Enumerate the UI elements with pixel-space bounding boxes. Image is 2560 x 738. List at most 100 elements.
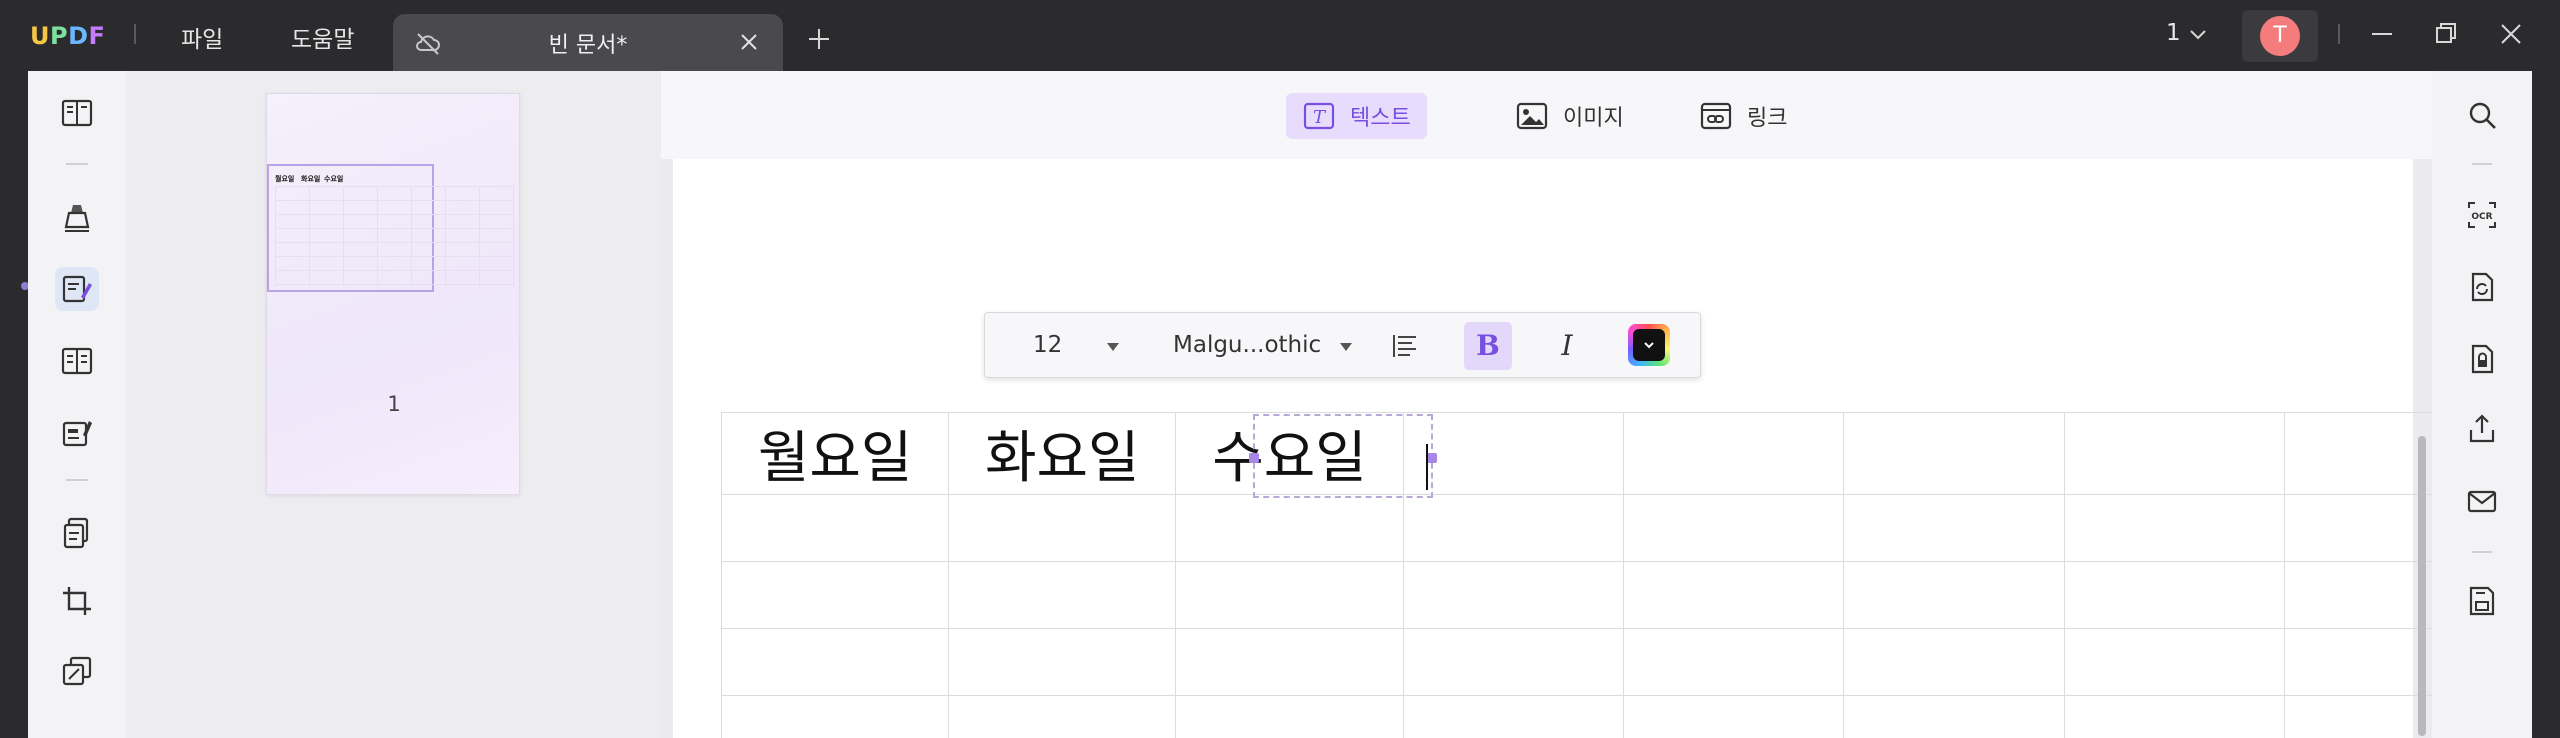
table-cell[interactable] — [1175, 494, 1404, 562]
organize-pages-button[interactable] — [55, 339, 99, 383]
save-button[interactable] — [2462, 581, 2502, 621]
table-cell[interactable] — [1175, 695, 1404, 738]
table-cell[interactable] — [1622, 412, 1845, 495]
table-cell[interactable] — [720, 695, 950, 738]
page-tools-icon — [63, 517, 89, 549]
table-cell[interactable] — [1622, 561, 1845, 629]
layers-button[interactable] — [55, 649, 99, 693]
table-cell[interactable] — [1622, 494, 1845, 562]
font-size-select[interactable]: 12 — [1033, 332, 1062, 358]
table-cell[interactable] — [2063, 412, 2285, 495]
table-cell[interactable] — [948, 695, 1177, 738]
text-color-button[interactable] — [1628, 324, 1670, 366]
minimize-icon[interactable] — [2368, 20, 2396, 48]
table-cell[interactable] — [1622, 695, 1845, 738]
crop-button[interactable] — [55, 579, 99, 623]
form-fill-button[interactable] — [55, 411, 99, 455]
text-mode-button[interactable]: T 텍스트 — [1286, 93, 1427, 139]
table-row: 월요일 화요일 수요일 — [720, 412, 2432, 495]
mail-icon — [2467, 490, 2497, 513]
table-cell[interactable] — [1402, 494, 1624, 562]
table-cell[interactable] — [1175, 628, 1404, 696]
menu-help[interactable]: 도움말 — [291, 20, 354, 54]
table-cell[interactable] — [720, 494, 950, 562]
document-tab[interactable]: 빈 문서* — [393, 14, 783, 71]
reader-mode-button[interactable] — [55, 91, 99, 135]
font-family-select[interactable]: Malgu...othic — [1173, 332, 1321, 358]
reader-mode-icon — [61, 99, 93, 127]
resize-handle-right[interactable] — [1427, 453, 1437, 463]
table-cell[interactable] — [2063, 695, 2285, 738]
table-cell[interactable] — [1175, 561, 1404, 629]
edit-pdf-button[interactable] — [55, 267, 99, 311]
table-cell[interactable] — [720, 561, 950, 629]
table-cell[interactable] — [948, 561, 1177, 629]
table-cell[interactable] — [2063, 494, 2285, 562]
italic-button[interactable]: I — [1543, 322, 1591, 370]
table-cell[interactable] — [948, 628, 1177, 696]
ocr-button[interactable]: OCR — [2462, 195, 2502, 235]
convert-button[interactable] — [2462, 267, 2502, 307]
image-tool-icon — [1516, 102, 1548, 130]
table-cell[interactable] — [1622, 628, 1845, 696]
document-editor: T 텍스트 이미지 링크 월요일 화요일 수요일 12 Malgu...othic — [661, 71, 2432, 738]
account-button[interactable]: T — [2242, 10, 2318, 62]
table-cell[interactable] — [2283, 628, 2432, 696]
chevron-down-icon[interactable] — [2186, 22, 2210, 46]
titlebar-divider — [134, 24, 136, 44]
organize-pages-icon — [61, 347, 93, 375]
new-tab-plus-icon[interactable] — [806, 26, 832, 52]
table-cell[interactable] — [720, 628, 950, 696]
email-button[interactable] — [2462, 481, 2502, 521]
close-window-icon[interactable] — [2497, 20, 2525, 48]
toolbar-divider — [2472, 163, 2492, 165]
text-box-selection[interactable] — [1249, 414, 1437, 498]
toolbar-divider — [2472, 551, 2492, 553]
toolbar-divider — [66, 163, 88, 165]
resize-handle-left[interactable] — [1249, 453, 1259, 463]
table-cell[interactable] — [2283, 494, 2432, 562]
edit-pdf-icon — [62, 275, 92, 303]
page-thumbnail[interactable]: 월요일 화요일 수요일 — [266, 93, 520, 495]
table-cell[interactable] — [2063, 561, 2285, 629]
thumbnail-word: 화요일 — [301, 175, 321, 183]
table-cell[interactable] — [1402, 628, 1624, 696]
table-cell[interactable] — [2283, 695, 2432, 738]
vertical-scrollbar[interactable] — [2418, 436, 2426, 736]
menu-file[interactable]: 파일 — [181, 20, 223, 54]
table-cell[interactable]: 월요일 — [720, 412, 950, 495]
link-mode-button[interactable]: 링크 — [1683, 93, 1803, 139]
convert-icon — [2471, 272, 2494, 302]
table-row — [720, 561, 2432, 629]
font-family-dropdown-icon[interactable] — [1340, 343, 1352, 351]
table-cell[interactable] — [1843, 628, 2065, 696]
comment-button[interactable] — [55, 195, 99, 239]
image-mode-button[interactable]: 이미지 — [1499, 93, 1640, 139]
document-table[interactable]: 월요일 화요일 수요일 — [720, 412, 2432, 738]
table-cell[interactable] — [948, 494, 1177, 562]
avatar: T — [2260, 16, 2300, 56]
table-cell[interactable] — [1402, 561, 1624, 629]
share-button[interactable] — [2462, 409, 2502, 449]
search-button[interactable] — [2462, 95, 2502, 135]
font-size-dropdown-icon[interactable] — [1107, 343, 1119, 351]
table-cell[interactable] — [1843, 494, 2065, 562]
table-cell[interactable] — [2063, 628, 2285, 696]
table-cell[interactable] — [2283, 561, 2432, 629]
table-cell[interactable] — [2283, 412, 2432, 495]
title-bar: UPDF 파일 도움말 빈 문서* 1 T — [0, 0, 2560, 71]
page-tools-button[interactable] — [55, 511, 99, 555]
restore-icon[interactable] — [2432, 20, 2460, 48]
align-left-icon[interactable] — [1390, 331, 1420, 361]
search-icon — [2469, 102, 2496, 129]
close-tab-icon[interactable] — [737, 30, 761, 54]
table-cell[interactable]: 화요일 — [948, 412, 1177, 495]
page-indicator[interactable]: 1 — [2166, 20, 2181, 46]
bold-button[interactable]: B — [1464, 322, 1512, 370]
table-cell[interactable] — [1402, 695, 1624, 738]
table-cell[interactable] — [1843, 695, 2065, 738]
table-cell[interactable] — [1843, 412, 2065, 495]
table-cell[interactable] — [1843, 561, 2065, 629]
image-mode-label: 이미지 — [1563, 106, 1624, 131]
protect-button[interactable] — [2462, 339, 2502, 379]
